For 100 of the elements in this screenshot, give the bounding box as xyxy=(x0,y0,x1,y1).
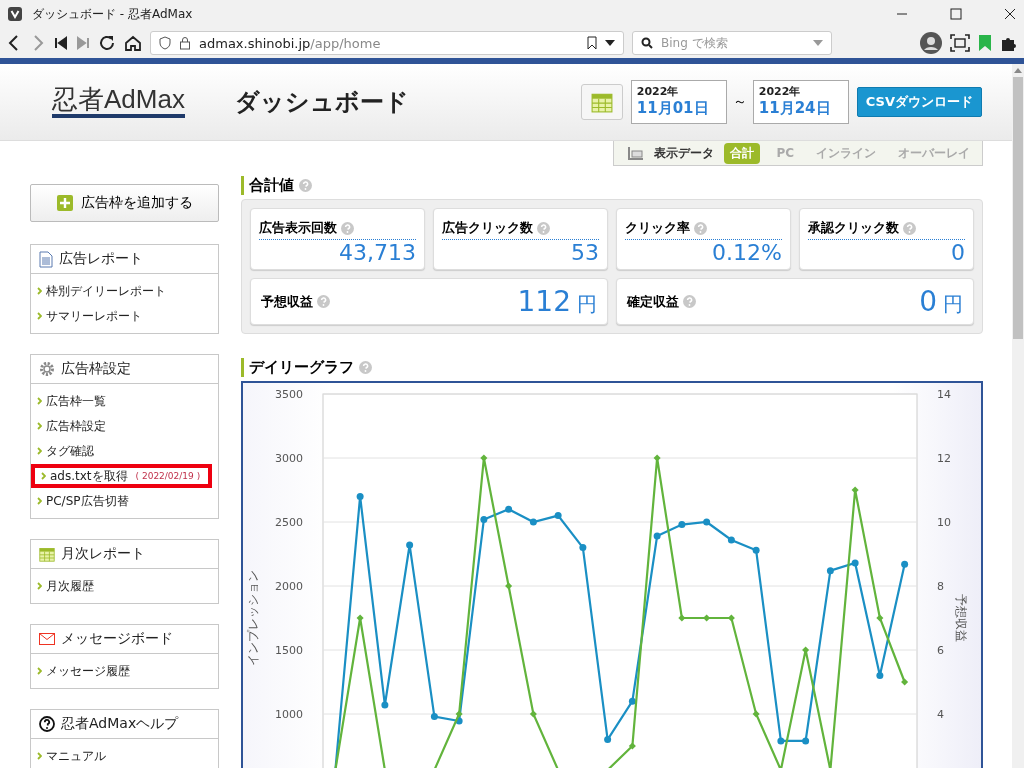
add-ad-slot-button[interactable]: 広告枠を追加する xyxy=(30,184,219,222)
section-heading: デイリーグラフ xyxy=(249,358,354,377)
chevron-icon xyxy=(37,752,42,760)
stat-label: 広告表示回数 xyxy=(259,219,337,237)
help-icon[interactable] xyxy=(317,295,330,308)
home-icon[interactable] xyxy=(124,34,142,52)
help-icon[interactable] xyxy=(903,221,916,235)
point xyxy=(703,518,711,526)
point xyxy=(901,560,909,568)
sidebar-link[interactable]: 枠別デイリーレポート xyxy=(31,279,212,303)
point xyxy=(678,614,686,622)
point xyxy=(505,582,513,590)
axis-title: インプレッション xyxy=(246,570,260,666)
section-heading: 合計値 xyxy=(249,176,294,195)
point xyxy=(876,614,884,622)
close-icon[interactable] xyxy=(1004,8,1016,20)
page-title: ダッシュボード xyxy=(234,87,409,118)
help-icon[interactable] xyxy=(359,361,372,374)
browser-logo-icon xyxy=(8,7,22,21)
axis-tick-label: 14 xyxy=(937,388,951,401)
point xyxy=(406,541,414,549)
sidebar-link[interactable]: 広告枠設定 xyxy=(31,414,212,438)
stat-value: 0.12% xyxy=(711,240,782,265)
skip-back-icon[interactable] xyxy=(54,36,68,50)
help-icon[interactable] xyxy=(299,179,312,192)
chevron-icon xyxy=(37,287,42,295)
gear-icon xyxy=(39,361,55,377)
point xyxy=(901,678,909,686)
point xyxy=(727,536,735,544)
point xyxy=(529,518,537,526)
point xyxy=(554,512,562,520)
help-icon[interactable] xyxy=(683,295,696,308)
screenshot-icon[interactable] xyxy=(950,34,970,52)
date-field[interactable]: 2022年 11月01日 xyxy=(630,80,727,124)
point xyxy=(802,737,810,745)
plus-icon xyxy=(56,195,73,211)
shield-icon xyxy=(159,36,171,50)
help-icon[interactable] xyxy=(341,221,354,235)
chevron-icon xyxy=(37,582,42,590)
section-title: メッセージボード xyxy=(61,630,173,648)
maximize-icon[interactable] xyxy=(950,8,962,20)
sidebar-link[interactable]: PC/SP広告切替 xyxy=(31,489,212,513)
axis-tick-label: 10 xyxy=(937,516,951,529)
point xyxy=(579,544,587,552)
point xyxy=(851,559,859,567)
stat-label: 予想収益 xyxy=(261,292,313,311)
point xyxy=(455,710,463,718)
dropdown-arrow-icon[interactable] xyxy=(605,40,615,46)
point xyxy=(826,567,834,575)
point xyxy=(653,454,661,462)
stat-value: 112 円 xyxy=(517,285,597,318)
window-title: ダッシュボード - 忍者AdMax xyxy=(32,5,193,23)
point xyxy=(752,546,760,554)
help-icon[interactable] xyxy=(694,221,707,235)
axis-tick-label: 8 xyxy=(937,580,944,593)
axis-tick-label: 6 xyxy=(937,644,944,657)
point xyxy=(356,492,364,500)
stat-value: 53 xyxy=(570,240,599,265)
sidebar-link[interactable]: タグ確認 xyxy=(31,439,212,463)
logo[interactable]: 忍者AdMax xyxy=(52,86,185,118)
point xyxy=(381,701,389,709)
section-title: 月次レポート xyxy=(61,545,145,563)
point xyxy=(851,486,859,494)
point xyxy=(876,672,884,680)
stat-label: 承認クリック数 xyxy=(808,219,899,237)
help-icon xyxy=(39,716,55,732)
calendar-button[interactable] xyxy=(580,84,623,120)
date-field[interactable]: 2022年 11月24日 xyxy=(752,80,849,124)
section-title: 広告枠設定 xyxy=(61,360,131,378)
axis-tick-label: 1000 xyxy=(275,708,303,721)
range-separator: ～ xyxy=(732,93,747,111)
mail-icon xyxy=(39,633,55,645)
address-bar[interactable]: admax.shinobi.jp/app/home xyxy=(150,31,624,55)
chevron-icon xyxy=(37,397,42,405)
lock-icon xyxy=(179,36,191,50)
search-icon xyxy=(641,37,655,49)
point xyxy=(480,515,488,523)
scroll-up-icon[interactable] xyxy=(1014,68,1022,73)
chevron-icon xyxy=(37,447,42,455)
filter-label: 表示データ xyxy=(654,144,715,162)
avatar-icon[interactable] xyxy=(920,32,942,54)
chevron-icon xyxy=(37,312,42,320)
axis-title: 予想収益 xyxy=(954,594,968,642)
scrollbar-thumb[interactable] xyxy=(1013,77,1023,339)
sidebar-link[interactable]: サマリーレポート xyxy=(31,304,212,328)
help-icon[interactable] xyxy=(537,221,550,235)
sidebar-link[interactable]: 広告枠一覧 xyxy=(31,389,212,413)
axis-tick-label: 12 xyxy=(937,452,951,465)
chevron-icon xyxy=(37,667,42,675)
section-title: 広告レポート xyxy=(59,250,143,268)
axis-tick-label: 2500 xyxy=(275,516,303,529)
sidebar-link[interactable]: マニュアル xyxy=(31,744,212,768)
bookmark-icon[interactable] xyxy=(587,36,597,50)
calendar-icon xyxy=(590,91,613,113)
stat-value: 0 xyxy=(950,240,965,265)
skip-forward-icon[interactable] xyxy=(76,36,90,50)
sidebar-link[interactable]: 月次履歴 xyxy=(31,574,212,598)
sidebar-link[interactable]: メッセージ履歴 xyxy=(31,659,212,683)
reload-icon[interactable] xyxy=(98,34,116,52)
point xyxy=(480,454,488,462)
